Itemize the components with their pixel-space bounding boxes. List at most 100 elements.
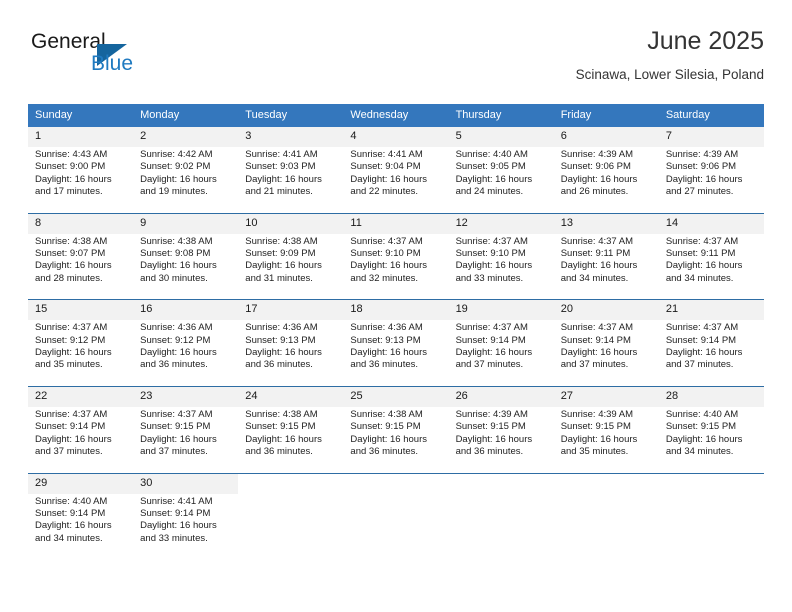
daylight-text-line1: Daylight: 16 hours: [455, 173, 533, 185]
day-number[interactable]: 1: [28, 127, 134, 147]
daylight-text-line1: Daylight: 16 hours: [245, 260, 322, 272]
sunset-text: Sunset: 9:06 PM: [665, 161, 737, 173]
daylight-text-line2: and 33 minutes.: [140, 532, 208, 544]
sunset-text: Sunset: 9:13 PM: [350, 334, 421, 346]
day-cell-empty: [658, 493, 764, 560]
week-detail-row: Sunrise: 4:37 AM Sunset: 9:14 PM Dayligh…: [28, 406, 764, 473]
daylight-text-line2: and 34 minutes.: [35, 532, 103, 544]
daylight-text-line1: Daylight: 16 hours: [35, 260, 112, 272]
day-cell: Sunrise: 4:41 AM Sunset: 9:04 PM Dayligh…: [343, 147, 449, 214]
daylight-text-line1: Daylight: 16 hours: [560, 260, 638, 272]
day-number[interactable]: 22: [28, 385, 134, 407]
daylight-text-line2: and 21 minutes.: [245, 186, 313, 198]
sunrise-text: Sunrise: 4:38 AM: [245, 408, 318, 420]
day-number[interactable]: 28: [658, 385, 764, 407]
daylight-text-line2: and 31 minutes.: [245, 272, 313, 284]
sunset-text: Sunset: 9:03 PM: [245, 161, 316, 173]
day-cell: Sunrise: 4:40 AM Sunset: 9:14 PM Dayligh…: [28, 493, 134, 560]
daylight-text-line1: Daylight: 16 hours: [35, 433, 112, 445]
daylight-text-line2: and 22 minutes.: [350, 186, 419, 198]
day-cell: Sunrise: 4:36 AM Sunset: 9:13 PM Dayligh…: [238, 320, 344, 387]
sunset-text: Sunset: 9:08 PM: [140, 248, 211, 260]
day-cell: Sunrise: 4:37 AM Sunset: 9:10 PM Dayligh…: [448, 233, 554, 300]
daylight-text-line2: and 37 minutes.: [140, 446, 208, 458]
day-number[interactable]: 8: [28, 212, 134, 234]
day-cell: Sunrise: 4:39 AM Sunset: 9:15 PM Dayligh…: [553, 406, 659, 473]
daylight-text-line1: Daylight: 16 hours: [665, 173, 743, 185]
day-number[interactable]: 24: [238, 385, 344, 407]
day-number-empty: [448, 472, 554, 494]
daylight-text-line2: and 37 minutes.: [665, 359, 734, 371]
day-number[interactable]: 17: [238, 299, 344, 321]
sunrise-text: Sunrise: 4:40 AM: [665, 408, 739, 420]
daylight-text-line1: Daylight: 16 hours: [245, 173, 322, 185]
day-number[interactable]: 7: [658, 127, 764, 147]
day-number[interactable]: 16: [133, 299, 239, 321]
day-number[interactable]: 21: [658, 299, 764, 321]
day-number[interactable]: 9: [133, 212, 239, 234]
day-cell-empty: [448, 493, 554, 560]
day-number[interactable]: 18: [343, 299, 449, 321]
daylight-text-line2: and 36 minutes.: [140, 359, 208, 371]
daylight-text-line2: and 19 minutes.: [140, 186, 208, 198]
sunrise-text: Sunrise: 4:38 AM: [35, 235, 108, 247]
day-cell: Sunrise: 4:37 AM Sunset: 9:15 PM Dayligh…: [133, 406, 239, 473]
day-number[interactable]: 25: [343, 385, 449, 407]
day-cell: Sunrise: 4:36 AM Sunset: 9:12 PM Dayligh…: [133, 320, 239, 387]
day-number[interactable]: 27: [553, 385, 659, 407]
day-number[interactable]: 30: [133, 472, 239, 494]
sunrise-text: Sunrise: 4:36 AM: [245, 322, 318, 334]
sunset-text: Sunset: 9:12 PM: [140, 334, 211, 346]
daylight-text-line1: Daylight: 16 hours: [560, 433, 638, 445]
general-blue-logo[interactable]: General Blue: [31, 30, 191, 86]
daylight-text-line2: and 37 minutes.: [455, 359, 524, 371]
sunset-text: Sunset: 9:13 PM: [245, 334, 316, 346]
day-number[interactable]: 4: [343, 127, 449, 147]
sunset-text: Sunset: 9:14 PM: [665, 334, 737, 346]
sunset-text: Sunset: 9:00 PM: [35, 161, 106, 173]
week-detail-row: Sunrise: 4:43 AM Sunset: 9:00 PM Dayligh…: [28, 147, 764, 214]
day-number[interactable]: 11: [343, 212, 449, 234]
daylight-text-line1: Daylight: 16 hours: [665, 347, 743, 359]
day-cell: Sunrise: 4:37 AM Sunset: 9:14 PM Dayligh…: [448, 320, 554, 387]
day-number[interactable]: 2: [133, 127, 239, 147]
daylight-text-line1: Daylight: 16 hours: [245, 433, 322, 445]
day-number[interactable]: 14: [658, 212, 764, 234]
weekday-header-sunday: Sunday: [28, 104, 134, 127]
day-cell: Sunrise: 4:38 AM Sunset: 9:15 PM Dayligh…: [238, 406, 344, 473]
week-daynum-row: 15 16 17 18 19 20 21: [28, 299, 764, 321]
day-number[interactable]: 19: [448, 299, 554, 321]
day-number[interactable]: 10: [238, 212, 344, 234]
day-number[interactable]: 26: [448, 385, 554, 407]
daylight-text-line2: and 35 minutes.: [560, 446, 629, 458]
day-number[interactable]: 13: [553, 212, 659, 234]
sunset-text: Sunset: 9:07 PM: [35, 248, 106, 260]
day-number[interactable]: 5: [448, 127, 554, 147]
page-title: June 2025: [647, 27, 764, 55]
weekday-header-tuesday: Tuesday: [238, 104, 344, 127]
day-cell: Sunrise: 4:37 AM Sunset: 9:14 PM Dayligh…: [553, 320, 659, 387]
sunrise-text: Sunrise: 4:37 AM: [35, 408, 108, 420]
day-number[interactable]: 12: [448, 212, 554, 234]
day-cell: Sunrise: 4:37 AM Sunset: 9:14 PM Dayligh…: [28, 406, 134, 473]
day-number-empty: [238, 472, 344, 494]
week-daynum-row: 22 23 24 25 26 27 28: [28, 385, 764, 407]
day-cell: Sunrise: 4:37 AM Sunset: 9:11 PM Dayligh…: [553, 233, 659, 300]
sunset-text: Sunset: 9:14 PM: [35, 421, 106, 433]
day-number-empty: [658, 472, 764, 494]
daylight-text-line1: Daylight: 16 hours: [350, 173, 427, 185]
sunrise-text: Sunrise: 4:37 AM: [140, 408, 213, 420]
day-number[interactable]: 6: [553, 127, 659, 147]
sunrise-text: Sunrise: 4:36 AM: [350, 322, 423, 334]
sunrise-text: Sunrise: 4:37 AM: [665, 235, 739, 247]
sunrise-text: Sunrise: 4:37 AM: [665, 322, 739, 334]
calendar-body: 1 2 3 4 5 6 7 Sunrise: 4:43 AM Sunset: 9…: [28, 127, 764, 560]
sunrise-text: Sunrise: 4:38 AM: [140, 235, 213, 247]
daylight-text-line1: Daylight: 16 hours: [35, 173, 112, 185]
day-number[interactable]: 3: [238, 127, 344, 147]
sunrise-text: Sunrise: 4:37 AM: [350, 235, 423, 247]
day-number[interactable]: 15: [28, 299, 134, 321]
day-number[interactable]: 29: [28, 472, 134, 494]
day-number[interactable]: 23: [133, 385, 239, 407]
day-number[interactable]: 20: [553, 299, 659, 321]
